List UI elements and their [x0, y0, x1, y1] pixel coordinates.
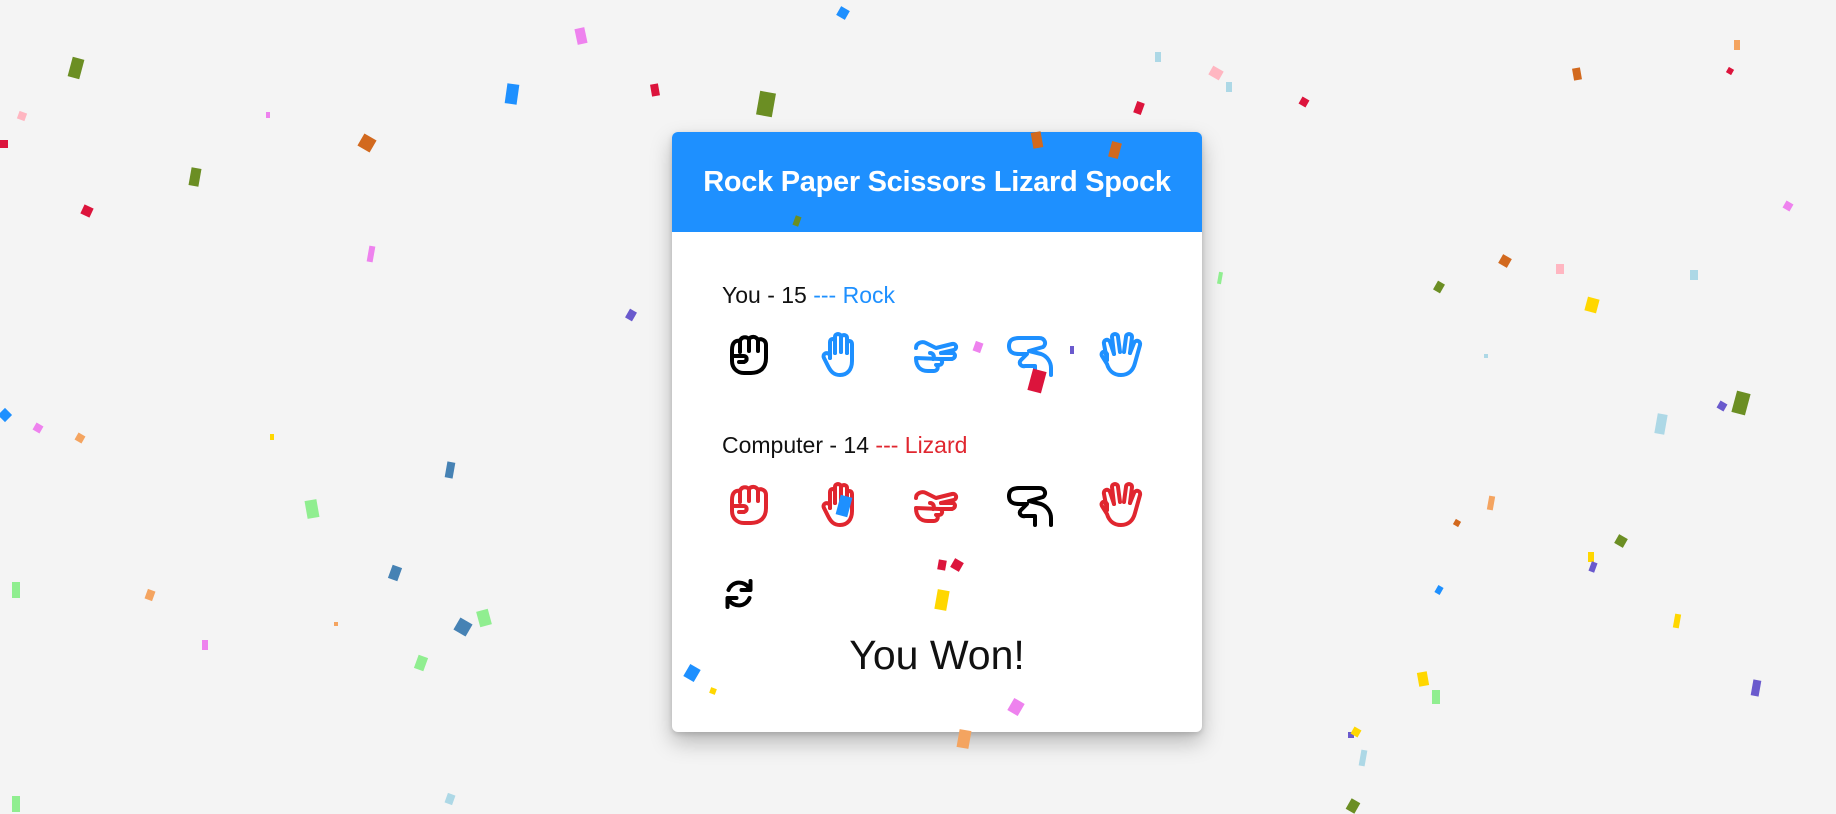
confetti-piece — [1484, 354, 1488, 358]
computer-spock — [1094, 478, 1148, 532]
confetti-piece — [1588, 561, 1598, 573]
confetti-piece — [1750, 679, 1762, 697]
confetti-piece — [1433, 280, 1445, 294]
confetti-piece — [366, 245, 376, 263]
computer-paper — [815, 478, 869, 532]
confetti-piece — [32, 422, 44, 434]
confetti-piece — [413, 654, 429, 672]
game-body: You - 15 --- Rock Computer - 14 --- Liza… — [672, 232, 1202, 534]
confetti-piece — [1654, 413, 1668, 435]
confetti-piece — [1716, 400, 1728, 412]
confetti-piece — [836, 6, 850, 20]
player-hands — [722, 328, 1202, 384]
confetti-piece — [0, 407, 13, 423]
hand-spock-icon — [1099, 482, 1143, 527]
player-scissors-button[interactable] — [908, 328, 962, 382]
confetti-piece — [1216, 271, 1224, 285]
player-paper-button[interactable] — [815, 328, 869, 382]
confetti-piece — [453, 617, 473, 637]
hand-paper-icon — [821, 482, 854, 527]
confetti-piece — [1358, 749, 1368, 767]
app-header: Rock Paper Scissors Lizard Spock — [672, 132, 1202, 232]
result-message: You Won! — [849, 632, 1025, 678]
confetti-piece — [1226, 82, 1232, 92]
confetti-piece — [1572, 67, 1582, 81]
confetti-piece — [1556, 264, 1564, 274]
confetti-piece — [650, 83, 660, 97]
confetti-piece — [12, 582, 20, 598]
hand-lizard-icon — [1007, 336, 1053, 377]
confetti-piece — [1155, 52, 1161, 62]
confetti-piece — [1672, 613, 1682, 629]
confetti-piece — [1208, 65, 1224, 81]
confetti-piece — [1298, 96, 1310, 108]
player-spock-button[interactable] — [1094, 328, 1148, 382]
hand-scissors-icon — [914, 490, 959, 523]
confetti-piece — [1731, 390, 1751, 416]
confetti-piece — [1614, 534, 1628, 548]
confetti-piece — [1350, 726, 1362, 738]
confetti-piece — [1498, 254, 1512, 268]
confetti-piece — [1782, 200, 1794, 212]
confetti-piece — [444, 792, 456, 806]
computer-score-line: Computer - 14 --- Lizard — [722, 430, 1202, 460]
game-card: Rock Paper Scissors Lizard Spock You - 1… — [672, 132, 1202, 732]
confetti-piece — [12, 796, 20, 812]
confetti-piece — [1486, 495, 1496, 511]
confetti-piece — [270, 434, 274, 440]
confetti-piece — [188, 167, 202, 187]
confetti-piece — [144, 588, 156, 602]
hand-spock-icon — [1099, 332, 1143, 377]
confetti-piece — [387, 564, 403, 582]
confetti-piece — [625, 308, 637, 322]
confetti-piece — [476, 608, 492, 628]
hand-lizard-icon — [1007, 486, 1053, 527]
hand-fist-icon — [730, 484, 768, 525]
confetti-piece — [304, 499, 320, 519]
computer-hands — [722, 478, 1202, 534]
confetti-piece — [1690, 270, 1698, 280]
computer-choice: --- Lizard — [875, 432, 968, 458]
confetti-piece — [1345, 798, 1361, 814]
confetti-piece — [1348, 732, 1354, 738]
confetti-piece — [1725, 66, 1735, 76]
hand-fist-icon — [730, 334, 768, 375]
confetti-piece — [357, 133, 377, 153]
confetti-piece — [334, 622, 338, 626]
confetti-piece — [574, 27, 588, 45]
confetti-piece — [1133, 100, 1145, 116]
app-title: Rock Paper Scissors Lizard Spock — [703, 165, 1171, 198]
confetti-piece — [1432, 690, 1440, 704]
refresh-icon — [725, 579, 753, 609]
player-score-line: You - 15 --- Rock — [722, 280, 1202, 310]
hand-paper-icon — [821, 332, 854, 377]
confetti-piece — [16, 110, 28, 122]
confetti-piece — [1452, 518, 1462, 528]
player-lizard-button[interactable] — [1001, 328, 1055, 382]
reset-button[interactable] — [722, 577, 756, 611]
player-choice: --- Rock — [813, 282, 896, 308]
confetti-piece — [444, 461, 456, 479]
confetti-piece — [1434, 585, 1444, 595]
confetti-piece — [74, 432, 86, 444]
computer-scissors — [908, 478, 962, 532]
confetti-piece — [80, 204, 94, 218]
confetti-piece — [956, 729, 972, 749]
confetti-piece — [202, 640, 208, 650]
confetti-piece — [1416, 671, 1430, 687]
confetti-piece — [1584, 296, 1600, 314]
computer-lizard — [1001, 478, 1055, 532]
confetti-piece — [0, 140, 8, 148]
confetti-piece — [504, 83, 520, 105]
confetti-piece — [266, 112, 270, 118]
computer-score: Computer - 14 — [722, 432, 870, 458]
player-score: You - 15 — [722, 282, 807, 308]
computer-rock — [722, 478, 776, 532]
hand-scissors-icon — [914, 340, 959, 373]
player-rock-button[interactable] — [722, 328, 776, 382]
confetti-piece — [67, 56, 85, 80]
confetti-piece — [1734, 40, 1740, 50]
confetti-piece — [1588, 552, 1594, 562]
confetti-piece — [756, 90, 776, 118]
